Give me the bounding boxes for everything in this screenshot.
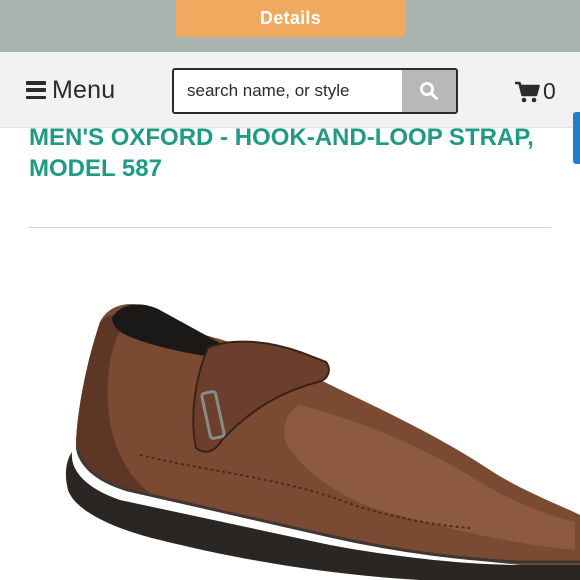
cart-icon: [515, 81, 540, 102]
cart-button[interactable]: 0: [514, 78, 556, 105]
top-band: Details: [0, 0, 580, 52]
search-input[interactable]: [174, 70, 404, 112]
product-image[interactable]: [0, 290, 580, 580]
search-button[interactable]: [402, 70, 456, 112]
search-icon: [420, 82, 438, 100]
search-box: [172, 68, 458, 114]
hamburger-icon: [26, 81, 46, 99]
site-header: Menu 0: [0, 52, 580, 128]
product-title: MEN'S OXFORD - HOOK-AND-LOOP STRAP, MODE…: [29, 124, 534, 182]
cart-count: 0: [543, 78, 556, 104]
divider: [29, 227, 551, 228]
feedback-tab[interactable]: [573, 112, 580, 164]
menu-label: Menu: [52, 75, 116, 104]
details-button[interactable]: Details: [176, 0, 405, 37]
menu-button[interactable]: Menu: [26, 76, 115, 104]
